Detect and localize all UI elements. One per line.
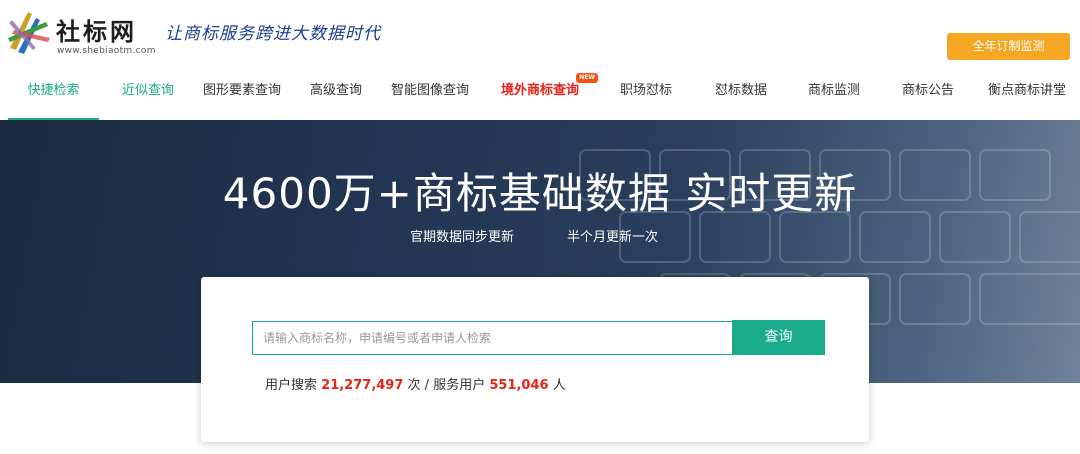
search-card: 查询 用户搜索 21,277,497 次 / 服务用户 551,046 人 — [201, 277, 869, 442]
search-count: 21,277,497 — [321, 378, 404, 393]
user-count: 551,046 — [489, 378, 549, 393]
slogan: 让商标服务跨进大数据时代 — [165, 24, 381, 44]
nav-item-trademark-announcement[interactable]: 商标公告 — [892, 70, 964, 118]
nav-item-dispute-data[interactable]: 怼标数据 — [705, 70, 777, 118]
hero-subtitle-left: 官期数据同步更新 — [410, 230, 515, 245]
order-monitoring-button[interactable]: 全年订制监测 — [947, 33, 1070, 60]
new-badge: NEW — [576, 73, 598, 83]
logo-name: 社标网 — [56, 17, 137, 46]
stats-suffix: 人 — [552, 378, 566, 393]
nav-item-advanced-query[interactable]: 高级查询 — [300, 70, 372, 118]
site-header: 社标网 www.shebiaotm.com 让商标服务跨进大数据时代 全年订制监… — [0, 0, 1080, 120]
nav-item-trademark-monitoring[interactable]: 商标监测 — [798, 70, 870, 118]
main-nav: 快捷检索 近似查询 图形要素查询 高级查询 智能图像查询 境外商标查询 NEW … — [0, 70, 1080, 120]
nav-item-similar-query[interactable]: 近似查询 — [112, 70, 184, 118]
nav-item-graphic-element-query[interactable]: 图形要素查询 — [193, 70, 291, 118]
nav-item-image-query[interactable]: 智能图像查询 — [380, 70, 480, 118]
stats-prefix: 用户搜索 — [265, 378, 318, 393]
search-button[interactable]: 查询 — [732, 320, 825, 355]
nav-item-quick-search[interactable]: 快捷检索 — [8, 70, 99, 120]
hero-subtitle-right: 半个月更新一次 — [567, 230, 659, 245]
logo-url: www.shebiaotm.com — [57, 46, 156, 56]
site-logo[interactable]: 社标网 www.shebiaotm.com — [6, 8, 156, 58]
nav-item-workplace-dispute[interactable]: 职场怼标 — [610, 70, 682, 118]
hero-title: 4600万+商标基础数据 实时更新 — [222, 169, 858, 218]
logo-mark-icon — [8, 12, 50, 54]
usage-stats: 用户搜索 21,277,497 次 / 服务用户 551,046 人 — [265, 374, 566, 393]
nav-item-overseas-query[interactable]: 境外商标查询 NEW — [490, 70, 598, 118]
nav-item-overseas-label: 境外商标查询 — [500, 83, 579, 98]
stats-mid: 次 / 服务用户 — [407, 378, 486, 393]
nav-item-trademark-lecture[interactable]: 衡点商标讲堂 — [978, 70, 1076, 118]
search-input[interactable] — [252, 321, 743, 355]
